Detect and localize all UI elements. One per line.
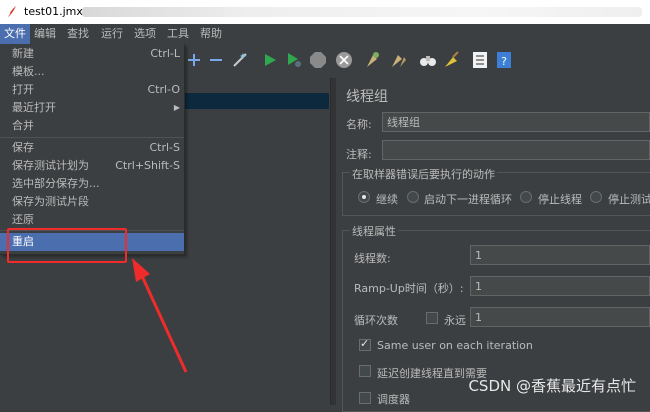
menu-help[interactable]: 帮助 <box>196 24 226 44</box>
radio-stop-test[interactable] <box>590 191 602 203</box>
radio-start-next-loop-label: 启动下一进程循环 <box>424 193 512 206</box>
menu-tools[interactable]: 工具 <box>163 24 193 44</box>
radio-continue[interactable] <box>358 191 370 203</box>
menu-item-save[interactable]: 保存 Ctrl-S <box>0 139 184 157</box>
start-play-icon[interactable] <box>260 50 280 70</box>
submenu-arrow-icon: ▶ <box>173 103 180 112</box>
rampup-input[interactable]: 1 <box>470 276 650 296</box>
threads-input[interactable]: 1 <box>470 245 650 265</box>
menu-item-save-as-fragment[interactable]: 保存为测试片段 <box>0 193 184 211</box>
help-book-icon[interactable]: ? <box>494 50 514 70</box>
forever-checkbox[interactable] <box>426 312 438 324</box>
watermark: CSDN @香蕉最近有点忙 <box>468 377 636 395</box>
menu-bar: 文件 编辑 查找 运行 选项 工具 帮助 <box>0 24 650 44</box>
expand-plus-icon[interactable] <box>184 50 204 70</box>
function-helper-list-icon[interactable] <box>470 50 490 70</box>
rampup-label: Ramp-Up时间（秒）: <box>354 282 464 295</box>
name-input[interactable]: 线程组 <box>382 112 650 132</box>
radio-stop-thread[interactable] <box>520 191 532 203</box>
reset-broom-icon[interactable] <box>442 50 462 70</box>
highlight-box <box>7 228 127 263</box>
start-no-pauses-icon[interactable] <box>284 50 304 70</box>
forever-label: 永远 <box>444 314 466 327</box>
error-action-group-label: 在取样器错误后要执行的动作 <box>350 166 497 182</box>
menu-item-new[interactable]: 新建 Ctrl-L <box>0 45 184 63</box>
menu-item-templates[interactable]: 模板... <box>0 63 184 81</box>
clear-broom-gear-icon[interactable] <box>362 50 382 70</box>
menu-run[interactable]: 运行 <box>97 24 127 44</box>
radio-stop-test-label: 停止测试 <box>608 193 650 206</box>
scheduler-checkbox[interactable] <box>359 392 371 404</box>
delay-thread-creation-checkbox[interactable] <box>359 365 371 377</box>
radio-stop-thread-label: 停止线程 <box>538 193 582 206</box>
thread-properties-label: 线程属性 <box>350 223 398 239</box>
title-bar-blurred-area <box>82 7 642 17</box>
annotation-arrow <box>132 258 188 373</box>
toggle-wand-icon[interactable] <box>230 50 250 70</box>
loop-count-input[interactable]: 1 <box>470 307 650 327</box>
comment-input[interactable] <box>382 140 650 160</box>
search-binoculars-icon[interactable] <box>418 50 438 70</box>
loop-count-label: 循环次数 <box>354 314 398 327</box>
menu-edit[interactable]: 编辑 <box>30 24 60 44</box>
menu-item-merge[interactable]: 合并 <box>0 117 184 135</box>
panel-title: 线程组 <box>346 89 388 105</box>
menu-item-revert[interactable]: 还原 <box>0 211 184 229</box>
file-menu-dropdown: 新建 Ctrl-L 模板... 打开 Ctrl-O 最近打开 ▶ 合并 保存 C… <box>0 44 185 255</box>
radio-continue-label: 继续 <box>376 193 398 206</box>
svg-text:?: ? <box>501 55 507 68</box>
menu-item-open[interactable]: 打开 Ctrl-O <box>0 81 184 99</box>
shutdown-icon[interactable] <box>334 50 354 70</box>
jmeter-feather-icon <box>6 6 16 19</box>
same-user-label: Same user on each iteration <box>377 339 533 352</box>
menu-item-save-selection-as[interactable]: 选中部分保存为... <box>0 175 184 193</box>
menu-separator <box>0 137 184 138</box>
clear-all-icon[interactable] <box>388 50 408 70</box>
radio-start-next-loop[interactable] <box>407 191 419 203</box>
menu-find[interactable]: 查找 <box>63 24 93 44</box>
name-label: 名称: <box>346 118 372 131</box>
window-title: test01.jmx <box>24 5 83 18</box>
same-user-checkbox[interactable] <box>359 337 371 351</box>
menu-item-save-test-plan-as[interactable]: 保存测试计划为 Ctrl+Shift-S <box>0 157 184 175</box>
threads-label: 线程数: <box>354 252 391 265</box>
toolbar: ? <box>184 44 650 76</box>
menu-item-recent[interactable]: 最近打开 ▶ <box>0 99 184 117</box>
title-bar: test01.jmx <box>0 0 650 24</box>
stop-icon[interactable] <box>308 50 328 70</box>
collapse-minus-icon[interactable] <box>206 50 226 70</box>
tree-selected-row[interactable] <box>184 93 329 109</box>
comment-label: 注释: <box>346 148 372 161</box>
menu-file[interactable]: 文件 <box>0 24 30 44</box>
menu-options[interactable]: 选项 <box>130 24 160 44</box>
